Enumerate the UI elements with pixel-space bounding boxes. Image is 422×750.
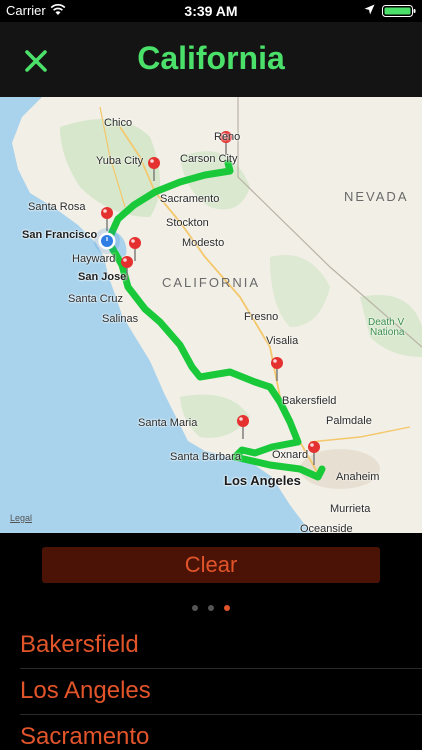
destination-list: Bakersfield Los Angeles Sacramento <box>0 623 422 750</box>
page-dot[interactable] <box>192 605 198 611</box>
map-label-reno: Reno <box>214 131 241 143</box>
map-label-fresno: Fresno <box>244 311 279 323</box>
legal-link[interactable]: Legal <box>10 513 32 523</box>
map-label-bakersfield: Bakersfield <box>282 395 337 407</box>
battery-icon <box>382 5 416 17</box>
page-dot-active[interactable] <box>224 605 230 611</box>
user-location-icon <box>94 228 120 254</box>
page-dot[interactable] <box>208 605 214 611</box>
map-label-hayward: Hayward <box>72 253 116 265</box>
map-label-oxnard: Oxnard <box>272 449 309 461</box>
list-item[interactable]: Bakersfield <box>20 623 422 669</box>
map-label-los-angeles: Los Angeles <box>224 473 301 488</box>
status-bar: Carrier 3:39 AM <box>0 0 422 22</box>
map-label-san-francisco: San Francisco <box>22 229 98 241</box>
map-view[interactable]: Reno Chico Yuba City Carson City Santa R… <box>0 97 422 533</box>
location-arrow-icon <box>364 4 375 15</box>
map-label-stockton: Stockton <box>166 217 209 229</box>
map-label-santa-barbara: Santa Barbara <box>170 451 241 463</box>
urban-area <box>300 449 380 489</box>
map-label-san-jose: San Jose <box>78 271 127 283</box>
clear-button[interactable]: Clear <box>42 547 380 583</box>
map-label-modesto: Modesto <box>182 237 225 249</box>
map-label-sacramento: Sacramento <box>160 193 220 205</box>
status-time: 3:39 AM <box>184 3 238 19</box>
map-label-murrieta: Murrieta <box>330 503 371 515</box>
page-indicator[interactable] <box>0 605 422 611</box>
map-label-nevada: NEVADA <box>344 189 409 204</box>
nav-bar: California <box>0 22 422 97</box>
map-label-santa-maria: Santa Maria <box>138 417 198 429</box>
map-label-visalia: Visalia <box>266 335 299 347</box>
map-label-national: Nationa <box>370 327 405 338</box>
map-label-chico: Chico <box>104 117 133 129</box>
map-label-oceanside: Oceanside <box>300 523 353 533</box>
map-label-yuba-city: Yuba City <box>96 155 144 167</box>
list-item[interactable]: Sacramento <box>20 715 422 750</box>
map-label-santa-rosa: Santa Rosa <box>28 201 86 213</box>
map-label-palmdale: Palmdale <box>326 415 372 427</box>
map-label-carson-city: Carson City <box>180 153 238 165</box>
list-item[interactable]: Los Angeles <box>20 669 422 715</box>
page-title: California <box>137 40 285 76</box>
map-label-salinas: Salinas <box>102 313 139 325</box>
bottom-panel: Clear Bakersfield Los Angeles Sacramento <box>0 533 422 750</box>
map-label-santa-cruz: Santa Cruz <box>68 293 124 305</box>
map-label-anaheim: Anaheim <box>336 471 380 483</box>
map-label-california: CALIFORNIA <box>162 275 261 290</box>
